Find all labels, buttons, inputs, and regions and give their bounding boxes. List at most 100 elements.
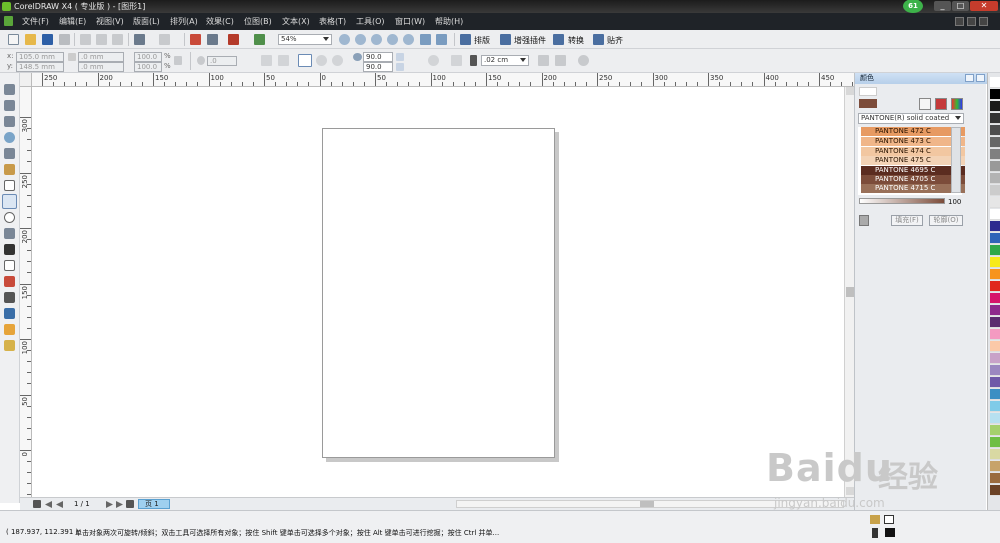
palette-color-11[interactable]: [990, 209, 1000, 220]
fill-tool-icon[interactable]: [4, 324, 15, 335]
palette-color-26[interactable]: [990, 389, 1000, 400]
palette-color-27[interactable]: [990, 401, 1000, 412]
mirror-v-icon[interactable]: [278, 55, 289, 66]
welcome-screen-icon[interactable]: [254, 34, 265, 45]
paste-icon[interactable]: [112, 34, 123, 45]
palette-color-18[interactable]: [990, 293, 1000, 304]
menu-window[interactable]: 窗口(W): [395, 16, 425, 27]
enhance-plugin-icon[interactable]: [500, 34, 511, 45]
palette-color-5[interactable]: [990, 137, 1000, 148]
chamfer-corner-icon[interactable]: [332, 55, 343, 66]
cut-icon[interactable]: [80, 34, 91, 45]
enhance-plugin-button[interactable]: 增强插件: [514, 35, 546, 46]
color-palettes-icon[interactable]: [951, 98, 963, 110]
palette-color-1[interactable]: [990, 89, 1000, 100]
first-page-icon[interactable]: [45, 501, 52, 508]
mdi-minimize-icon[interactable]: [955, 17, 964, 26]
palette-color-7[interactable]: [990, 161, 1000, 172]
import-icon[interactable]: [190, 34, 201, 45]
next-page-icon[interactable]: [106, 501, 113, 508]
mdi-close-icon[interactable]: [979, 17, 988, 26]
outline-button[interactable]: 轮廓(O): [929, 215, 963, 226]
ellipse-tool-active-icon[interactable]: [2, 194, 17, 209]
swatch-pantone-4715c[interactable]: PANTONE 4715 C: [861, 184, 965, 193]
shape-tool-icon[interactable]: [4, 100, 15, 111]
menu-arrange[interactable]: 排列(A): [170, 16, 198, 27]
vertical-scroll-thumb[interactable]: [846, 287, 854, 297]
palette-color-33[interactable]: [990, 473, 1000, 484]
swatch-pantone-474c[interactable]: PANTONE 474 C: [861, 147, 965, 156]
rotation-field[interactable]: .0: [207, 56, 237, 66]
zoom-page-icon[interactable]: [403, 34, 414, 45]
width-field[interactable]: .0 mm: [78, 52, 124, 62]
menu-effects[interactable]: 效果(C): [206, 16, 234, 27]
outline-indicator-icon[interactable]: [872, 528, 878, 538]
palette-color-8[interactable]: [990, 173, 1000, 184]
wrap-text-icon[interactable]: [428, 55, 439, 66]
basic-shapes-tool-icon[interactable]: [4, 228, 15, 239]
export-icon[interactable]: [207, 34, 218, 45]
docker-close-icon[interactable]: [976, 74, 985, 82]
menu-help[interactable]: 帮助(H): [435, 16, 463, 27]
minimize-button[interactable]: _: [934, 1, 951, 11]
spin-up-icon[interactable]: [396, 53, 404, 61]
page-tab[interactable]: 页 1: [138, 499, 170, 509]
interactive-blend-tool-icon[interactable]: [4, 276, 15, 287]
palette-color-9[interactable]: [990, 185, 1000, 196]
zoom-in-icon[interactable]: [339, 34, 350, 45]
palette-color-4[interactable]: [990, 125, 1000, 136]
interactive-fill-tool-icon[interactable]: [4, 340, 15, 351]
scallop-corner-icon[interactable]: [316, 55, 327, 66]
fill-indicator-icon[interactable]: [870, 515, 880, 524]
menu-view[interactable]: 视图(V): [96, 16, 124, 27]
last-page-icon[interactable]: [116, 501, 123, 508]
swatch-pantone-4705c[interactable]: PANTONE 4705 C: [861, 175, 965, 184]
polygon-tool-icon[interactable]: [4, 212, 15, 223]
menu-tools[interactable]: 工具(O): [356, 16, 385, 27]
table-tool-icon[interactable]: [4, 260, 15, 271]
palette-color-21[interactable]: [990, 329, 1000, 340]
palette-color-19[interactable]: [990, 305, 1000, 316]
horizontal-scroll-thumb[interactable]: [640, 501, 654, 507]
swatch-pantone-473c[interactable]: PANTONE 473 C: [861, 137, 965, 146]
swatch-scrollbar[interactable]: [951, 127, 961, 193]
vertical-ruler[interactable]: 300 250 200 150 100 50 0: [20, 87, 32, 497]
snap-button[interactable]: 贴齐: [607, 35, 623, 46]
round-corner-icon[interactable]: [298, 54, 312, 67]
palette-color-6[interactable]: [990, 149, 1000, 160]
eyedropper-tool-icon[interactable]: [4, 292, 15, 303]
swatch-pantone-472c[interactable]: PANTONE 472 C: [861, 127, 965, 136]
redo-icon[interactable]: [159, 34, 170, 45]
freehand-tool-icon[interactable]: [4, 148, 15, 159]
to-front-icon[interactable]: [538, 55, 549, 66]
menu-table[interactable]: 表格(T): [319, 16, 346, 27]
undo-icon[interactable]: [134, 34, 145, 45]
corner-angle-bottom-field[interactable]: 90.0: [363, 62, 393, 72]
palette-color-23[interactable]: [990, 353, 1000, 364]
no-fill-icon[interactable]: [884, 515, 894, 524]
layout-plugin-button[interactable]: 排版: [474, 35, 490, 46]
palette-color-17[interactable]: [990, 281, 1000, 292]
position-y-field[interactable]: 148.5 mm: [16, 62, 64, 72]
opacity-slider[interactable]: [859, 198, 945, 204]
menu-edit[interactable]: 编辑(E): [59, 16, 86, 27]
palette-color-10[interactable]: [990, 197, 1000, 208]
vertical-scrollbar[interactable]: [844, 87, 854, 497]
page-document[interactable]: [322, 128, 555, 458]
zoom-selected-icon[interactable]: [371, 34, 382, 45]
scroll-up-icon[interactable]: [846, 87, 854, 95]
palette-color-3[interactable]: [990, 113, 1000, 124]
palette-color-14[interactable]: [990, 245, 1000, 256]
zoom-level-select[interactable]: 54%: [278, 34, 332, 45]
open-folder-icon[interactable]: [25, 34, 36, 45]
spin-down-icon[interactable]: [396, 63, 404, 71]
outline-width-select[interactable]: .02 cm: [481, 55, 529, 66]
convert-icon[interactable]: [553, 34, 564, 45]
zoom-height-icon[interactable]: [436, 34, 447, 45]
palette-color-30[interactable]: [990, 437, 1000, 448]
copy-icon[interactable]: [96, 34, 107, 45]
scale-y-field[interactable]: 100.0: [134, 62, 162, 72]
horizontal-ruler[interactable]: 250 200 150 100 50 0 50 100 150 200 250 300 350 400 45…: [32, 73, 865, 87]
palette-color-20[interactable]: [990, 317, 1000, 328]
palette-color-28[interactable]: [990, 413, 1000, 424]
